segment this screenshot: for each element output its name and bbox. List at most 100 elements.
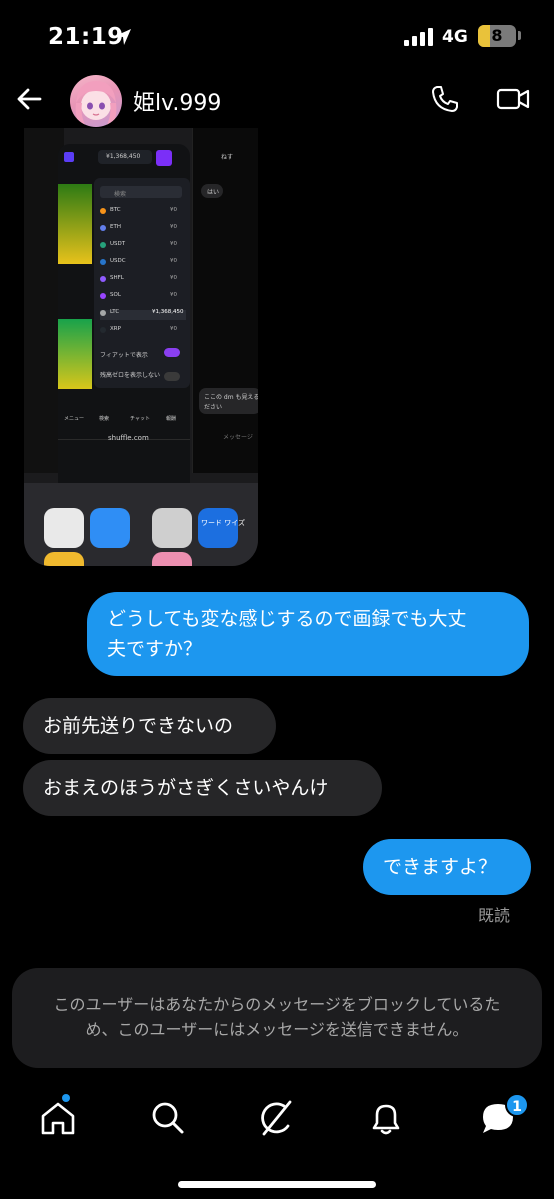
- coin-symbol: XRP: [110, 326, 121, 332]
- coin-icon: [100, 276, 106, 282]
- coin-row: SOL ¥0: [100, 292, 186, 303]
- promo-banner-2: [58, 319, 92, 389]
- mini-chat-text: はい: [207, 189, 220, 196]
- app-label: ワード ワイズ: [201, 519, 246, 527]
- home-icon[interactable]: [38, 1098, 78, 1138]
- shared-screenshot-image[interactable]: ¥1,368,450 検索 BTC ¥0 ETH ¥0 USDT ¥0 USDC ¥0 SHFL…: [24, 128, 258, 566]
- avatar[interactable]: [70, 75, 122, 127]
- coin-icon: [100, 327, 106, 333]
- battery-icon: 8: [478, 25, 516, 47]
- zero-balance-toggle-label: 残高ゼロを表示しない: [100, 372, 161, 379]
- coin-icon: [100, 208, 106, 214]
- coin-value: ¥1,368,450: [152, 309, 184, 315]
- status-bar: 21:19 4G 8: [0, 0, 554, 70]
- coin-icon: [100, 225, 106, 231]
- mini-chat-bubble: はい: [201, 184, 223, 198]
- search-icon[interactable]: [148, 1098, 188, 1138]
- wallet-dropdown: 検索 BTC ¥0 ETH ¥0 USDT ¥0 USDC ¥0 SHFL ¥0 SOL ¥0 LTC ¥…: [94, 178, 190, 388]
- message-outgoing[interactable]: できますよ？: [363, 839, 531, 895]
- word-app-icon: ワード ワイズ: [198, 508, 245, 548]
- zero-balance-toggle: [164, 372, 180, 381]
- coin-symbol: SHFL: [110, 275, 124, 281]
- location-arrow-icon: [115, 29, 131, 45]
- messages-badge: 1: [505, 1093, 529, 1117]
- message-text: おまえのほうがさぎくさいやんけ: [43, 777, 329, 799]
- nav-label: 報酬: [166, 416, 177, 422]
- video-camera-icon[interactable]: [496, 84, 530, 114]
- screenshot-bottom-nav: メニュー 検索 チャット 報酬: [58, 403, 190, 427]
- message-text: できますよ？: [383, 856, 498, 878]
- network-label: 4G: [442, 27, 468, 47]
- coin-row: SHFL ¥0: [100, 275, 186, 286]
- mini-chat-input: メッセージ: [223, 434, 253, 441]
- battery-tip: [518, 31, 521, 40]
- mini-chat-bubble: ここの dm も見える ださい: [199, 388, 258, 414]
- coin-symbol: BTC: [110, 207, 121, 213]
- coin-value: ¥0: [170, 207, 177, 213]
- coin-row: USDC ¥0: [100, 258, 186, 269]
- read-receipt: 既読: [478, 906, 511, 925]
- message-line: どうしても変な感じするので画録でも大丈: [107, 608, 467, 630]
- wallet-button: [156, 150, 172, 166]
- back-arrow-icon[interactable]: [12, 82, 46, 116]
- home-indicator: [178, 1181, 376, 1188]
- message-line: 夫ですか？: [107, 638, 203, 660]
- coin-icon: [100, 242, 106, 248]
- dropdown-search-placeholder: 検索: [114, 191, 127, 198]
- message-outgoing[interactable]: どうしても変な感じするので画録でも大丈 夫ですか？: [87, 592, 529, 676]
- signal-icon: [404, 28, 433, 46]
- message-text: どうしても変な感じするので画録でも大丈 夫ですか？: [107, 604, 466, 664]
- fiat-toggle: [164, 348, 180, 357]
- mini-chat-text: ださい: [204, 404, 223, 411]
- chat-header: 姫lv.999: [0, 70, 554, 128]
- coin-icon: [100, 259, 106, 265]
- message-incoming[interactable]: お前先送りできないの: [23, 698, 276, 754]
- coin-value: ¥0: [170, 241, 177, 247]
- notice-line: このユーザーはあなたからのメッセージをブロックしているた: [53, 995, 501, 1014]
- coin-icon: [100, 310, 106, 316]
- coin-value: ¥0: [170, 224, 177, 230]
- wallet-balance: ¥1,368,450: [106, 153, 141, 160]
- coin-row: XRP ¥0: [100, 326, 186, 337]
- coin-row: LTC ¥1,368,450: [100, 309, 186, 320]
- app-icon: [44, 552, 84, 566]
- dropdown-search: 検索: [100, 186, 182, 198]
- message-incoming[interactable]: おまえのほうがさぎくさいやんけ: [23, 760, 382, 816]
- nav-label: 検索: [99, 416, 110, 422]
- screenshot-chat-panel: ねす はい ここの dm も見える ださい メッセージ: [192, 128, 258, 473]
- coin-symbol: SOL: [110, 292, 121, 298]
- nav-label: チャット: [130, 416, 150, 422]
- coin-value: ¥0: [170, 326, 177, 332]
- coin-symbol: USDT: [110, 241, 126, 247]
- coin-row: ETH ¥0: [100, 224, 186, 235]
- coin-symbol: LTC: [110, 309, 120, 315]
- chat-username[interactable]: 姫lv.999: [133, 85, 221, 117]
- mail-app-icon: [90, 508, 130, 548]
- coin-value: ¥0: [170, 258, 177, 264]
- shuffle-logo-icon: [64, 152, 74, 162]
- mini-chat-name: ねす: [221, 154, 234, 161]
- notifications-icon[interactable]: [366, 1098, 406, 1138]
- coin-value: ¥0: [170, 292, 177, 298]
- coin-value: ¥0: [170, 275, 177, 281]
- wallet-pill: ¥1,368,450: [98, 150, 152, 164]
- app-icon: [44, 508, 84, 548]
- home-unread-dot: [62, 1094, 70, 1102]
- phone-icon[interactable]: [428, 82, 462, 116]
- grok-icon[interactable]: [256, 1098, 296, 1138]
- coin-row: USDT ¥0: [100, 241, 186, 252]
- url-label: shuffle.com: [108, 434, 149, 442]
- bottom-nav: [0, 1090, 554, 1150]
- message-text: お前先送りできないの: [43, 715, 234, 737]
- coin-symbol: ETH: [110, 224, 121, 230]
- coin-row: BTC ¥0: [100, 207, 186, 218]
- app-icon: [152, 552, 192, 566]
- coin-symbol: USDC: [110, 258, 126, 264]
- mini-chat-text: ここの dm も見える: [204, 394, 258, 401]
- blocked-notice: このユーザーはあなたからのメッセージをブロックしているた め、このユーザーにはメ…: [12, 968, 542, 1068]
- promo-banner-1: [58, 184, 92, 264]
- coin-icon: [100, 293, 106, 299]
- avatar-illustration: [75, 81, 117, 127]
- fiat-toggle-label: フィアットで表示: [100, 352, 148, 359]
- notice-line: め、このユーザーにはメッセージを送信できません。: [85, 1020, 469, 1039]
